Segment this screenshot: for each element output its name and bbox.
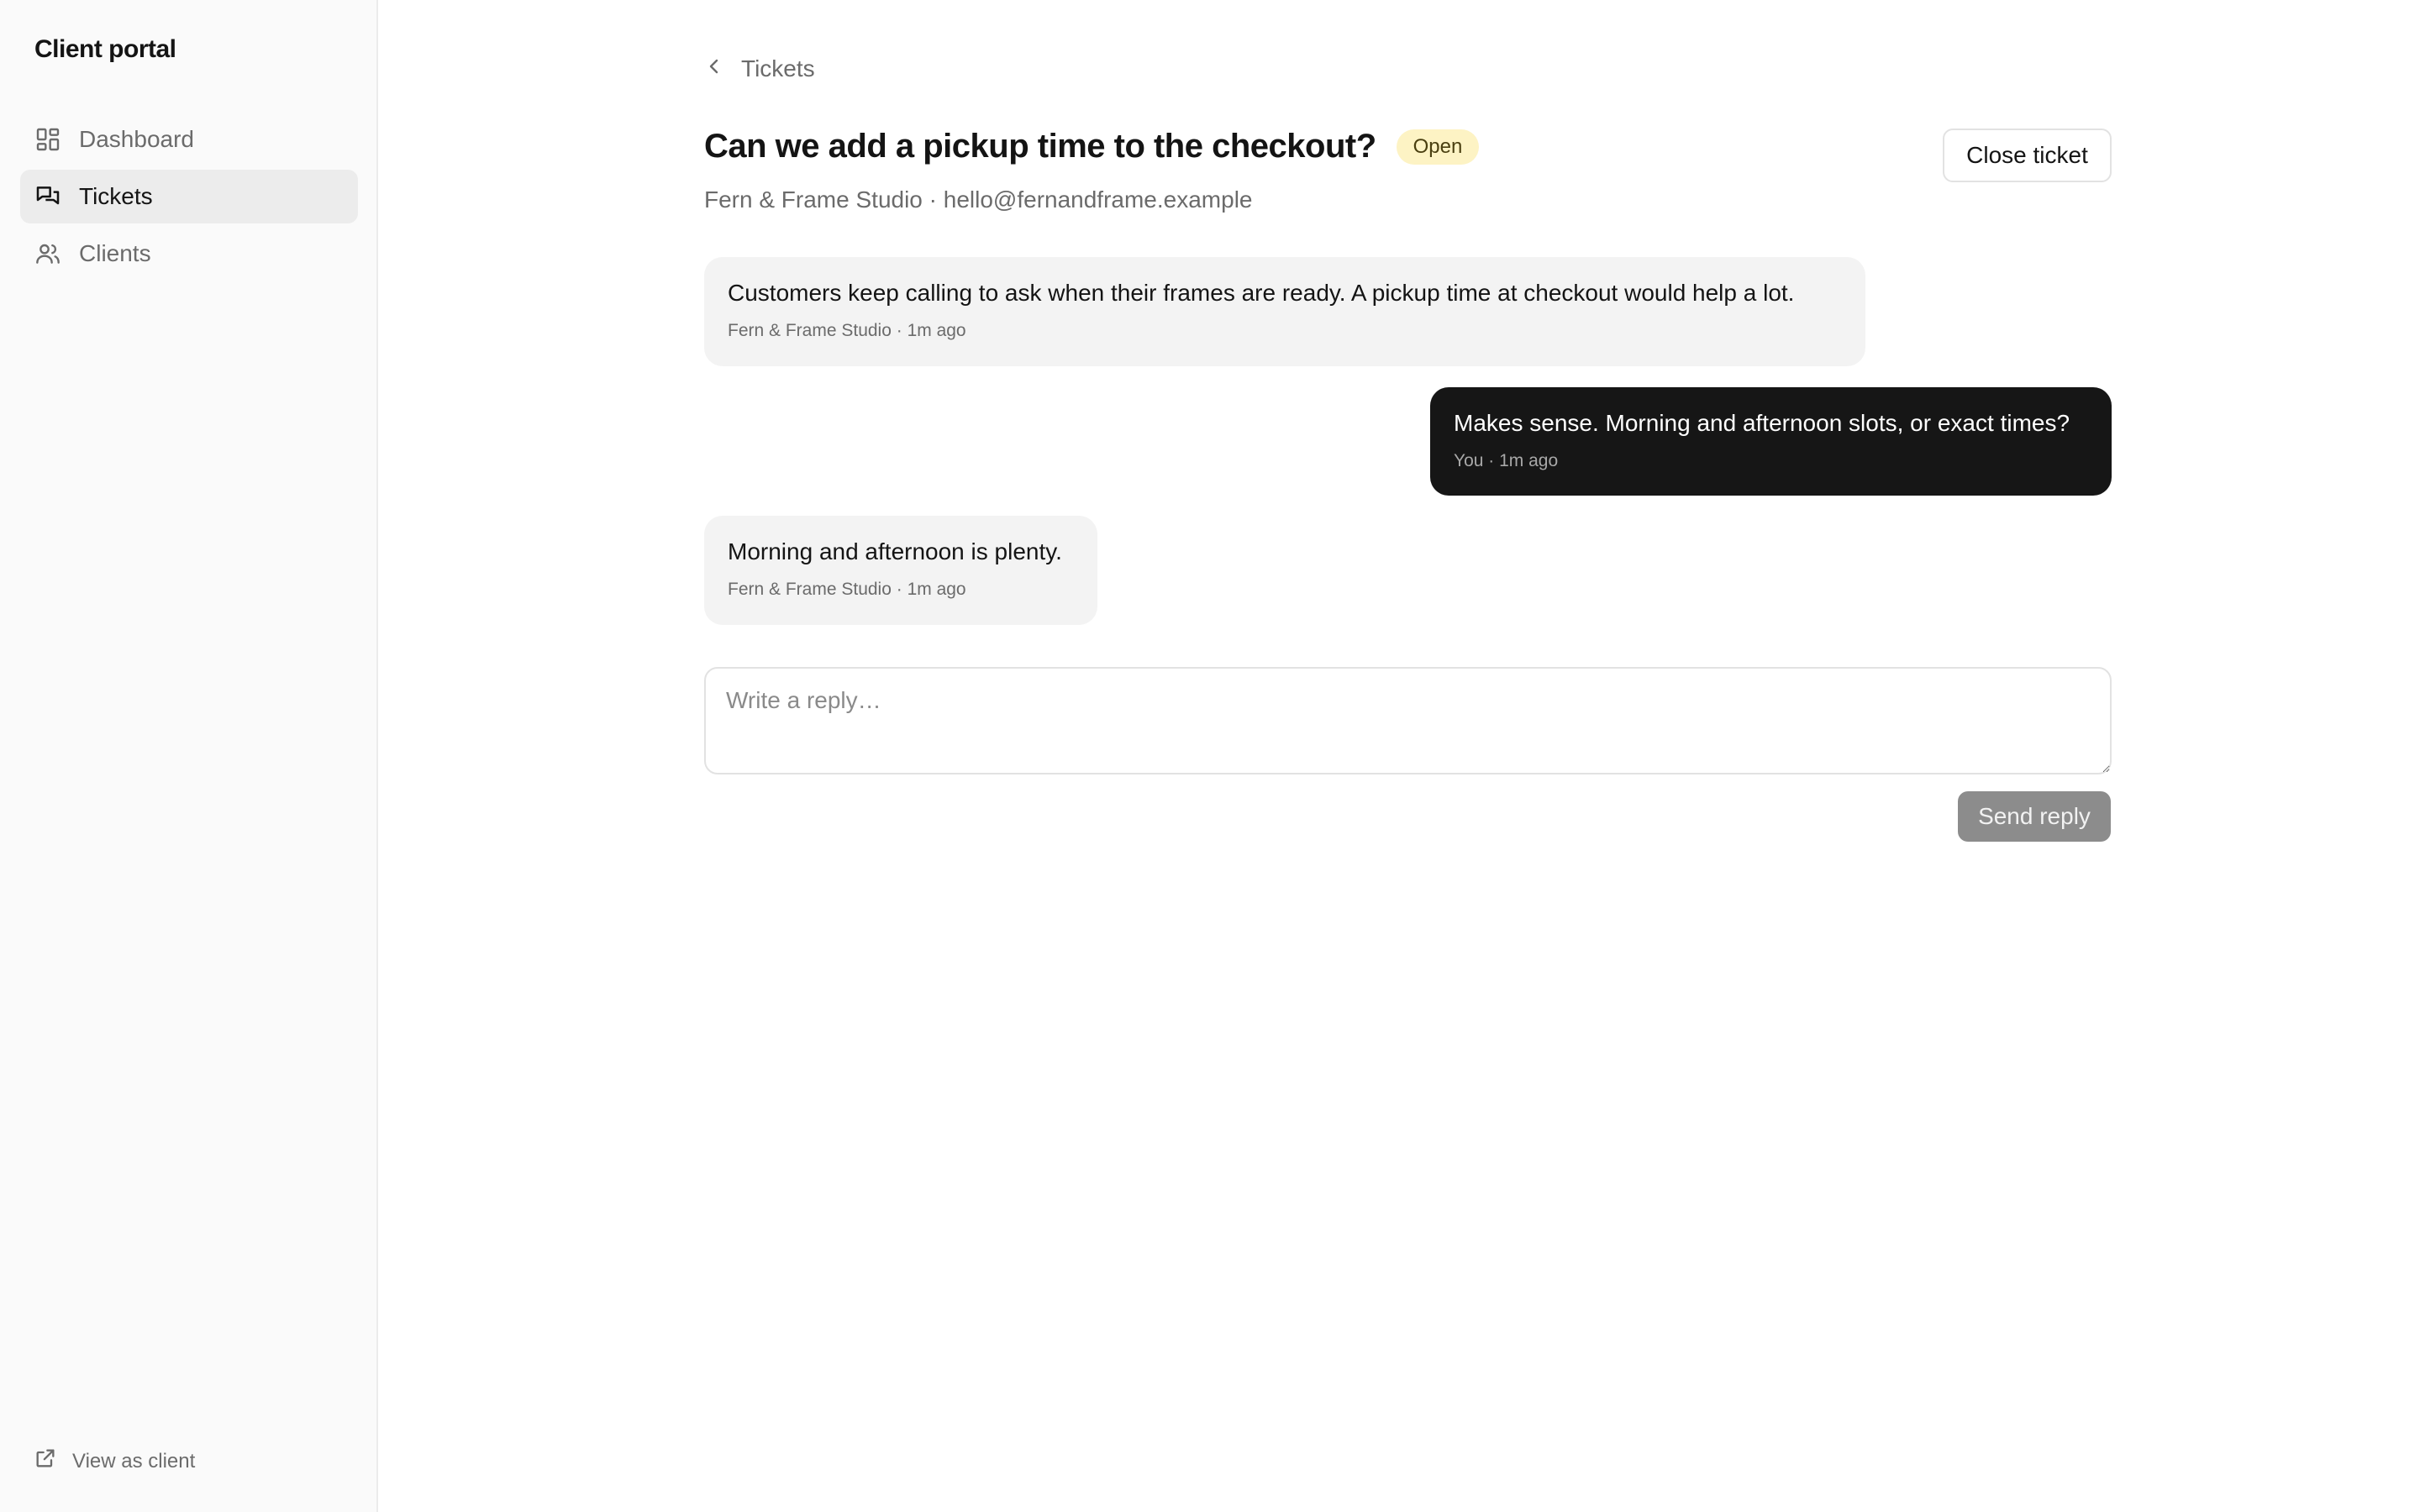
sidebar-item-label: Dashboard (79, 126, 194, 152)
message-text: Morning and afternoon is plenty. (728, 538, 1062, 564)
brand-title: Client portal (34, 35, 176, 63)
sidebar-nav: Dashboard Tickets Clients (20, 113, 358, 284)
send-reply-button[interactable]: Send reply (1958, 791, 2111, 842)
sidebar-item-tickets[interactable]: Tickets (20, 170, 358, 223)
sidebar-item-label: Tickets (79, 183, 153, 209)
sidebar-item-dashboard[interactable]: Dashboard (20, 113, 358, 166)
view-as-client-label: View as client (72, 1449, 196, 1473)
message-meta: You · 1m ago (1454, 451, 1559, 470)
app: Client portal Dashboard Tickets Clients … (0, 0, 2420, 1512)
chat-bubbles-icon (34, 182, 62, 211)
chevron-left-icon (704, 55, 741, 82)
message-meta: Fern & Frame Studio · 1m ago (728, 580, 966, 599)
ticket-header: Can we add a pickup time to the checkout… (704, 128, 1480, 165)
external-link-icon (34, 1446, 72, 1476)
sidebar-item-label: Clients (79, 240, 151, 266)
status-badge: Open (1396, 129, 1480, 165)
page-title: Can we add a pickup time to the checkout… (704, 128, 1376, 165)
message-text: Makes sense. Morning and afternoon slots… (1454, 410, 2070, 436)
message-bubble: Customers keep calling to ask when their… (704, 257, 1865, 366)
sidebar-item-clients[interactable]: Clients (20, 227, 358, 281)
back-to-tickets-link[interactable]: Tickets (704, 55, 815, 82)
users-icon (34, 239, 62, 268)
message-bubble: Morning and afternoon is plenty. Fern & … (704, 516, 1097, 625)
ticket-client-info: Fern & Frame Studio · hello@fernandframe… (704, 186, 1253, 213)
view-as-client-link[interactable]: View as client (34, 1446, 195, 1476)
message-text: Customers keep calling to ask when their… (728, 280, 1795, 306)
message-bubble: Makes sense. Morning and afternoon slots… (1430, 387, 2112, 496)
message-meta: Fern & Frame Studio · 1m ago (728, 321, 966, 340)
breadcrumb-label: Tickets (741, 55, 815, 81)
sidebar: Client portal Dashboard Tickets Clients … (0, 0, 378, 1512)
close-ticket-button[interactable]: Close ticket (1943, 129, 2112, 182)
reply-input[interactable] (704, 667, 2112, 774)
dashboard-grid-icon (34, 125, 62, 154)
